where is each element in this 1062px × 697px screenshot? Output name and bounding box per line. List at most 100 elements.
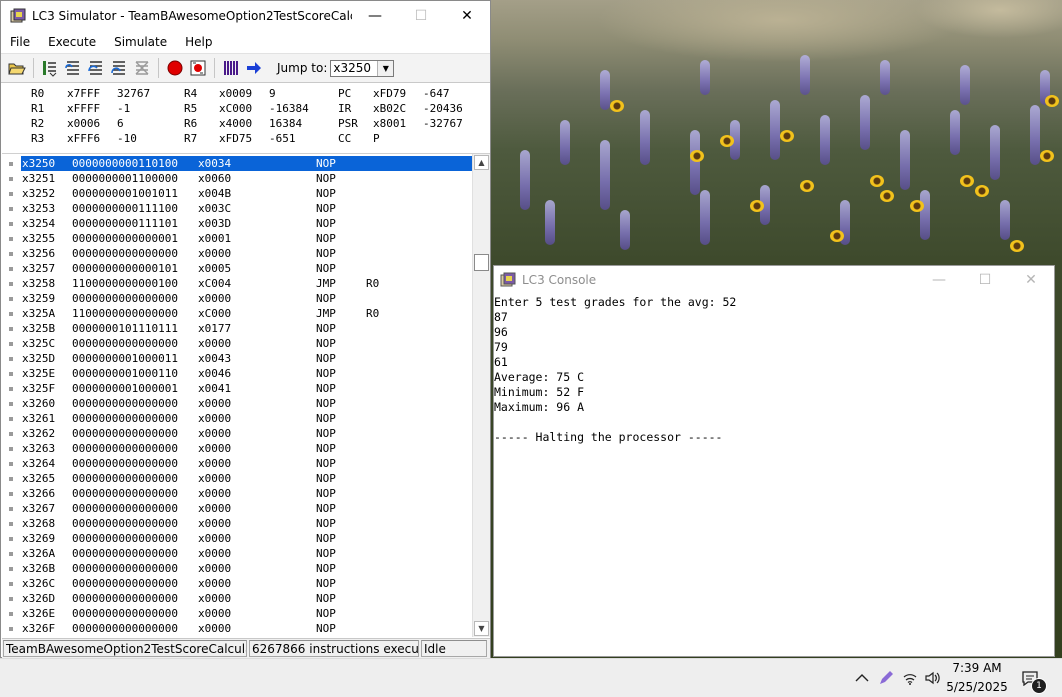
scrollbar-thumb[interactable] xyxy=(474,254,489,271)
chevron-down-icon[interactable]: ▼ xyxy=(377,60,394,76)
step-over-icon[interactable] xyxy=(40,58,60,78)
memory-row[interactable]: x326C 0000000000000000 x0000 NOP xyxy=(2,576,472,591)
memory-row[interactable]: x3251 0000000001100000 x0060 NOP xyxy=(2,171,472,186)
memory-row[interactable]: x325E 0000000001000110 x0046 NOP xyxy=(2,366,472,381)
memory-row[interactable]: x326D 0000000000000000 x0000 NOP xyxy=(2,591,472,606)
wifi-icon[interactable] xyxy=(900,659,920,697)
open-icon[interactable] xyxy=(7,58,27,78)
memory-row[interactable]: x3252 0000000001001011 x004B NOP xyxy=(2,186,472,201)
breakpoint-marker[interactable] xyxy=(9,222,13,226)
memory-row[interactable]: x3256 0000000000000000 x0000 NOP xyxy=(2,246,472,261)
breakpoint-marker[interactable] xyxy=(9,342,13,346)
memory-row[interactable]: x3260 0000000000000000 x0000 NOP xyxy=(2,396,472,411)
memory-row[interactable]: x3250 0000000000110100 x0034 NOP xyxy=(2,156,472,171)
memory-row[interactable]: x3268 0000000000000000 x0000 NOP xyxy=(2,516,472,531)
menu-simulate[interactable]: Simulate xyxy=(105,35,176,49)
maximize-button[interactable]: ☐ xyxy=(962,265,1008,295)
console-window[interactable]: LC3 Console — ☐ ✕ Enter 5 test grades fo… xyxy=(493,265,1055,657)
menu-file[interactable]: File xyxy=(1,35,39,49)
breakpoint-marker[interactable] xyxy=(9,432,13,436)
breakpoint-marker[interactable] xyxy=(9,552,13,556)
breakpoint-marker[interactable] xyxy=(9,612,13,616)
jump-to-input[interactable]: x3250 xyxy=(331,61,377,75)
memory-row[interactable]: x3258 1100000000000100 xC004 JMP R0 xyxy=(2,276,472,291)
jump-to-combobox[interactable]: x3250 ▼ xyxy=(330,59,395,77)
memory-row[interactable]: x325B 0000000101110111 x0177 NOP xyxy=(2,321,472,336)
breakpoint-marker[interactable] xyxy=(9,567,13,571)
breakpoint-marker[interactable] xyxy=(9,357,13,361)
memory-row[interactable]: x326F 0000000000000000 x0000 NOP xyxy=(2,621,472,636)
memory-row[interactable]: x326E 0000000000000000 x0000 NOP xyxy=(2,606,472,621)
breakpoint-marker[interactable] xyxy=(9,507,13,511)
breakpoint-marker[interactable] xyxy=(9,267,13,271)
breakpoint-marker[interactable] xyxy=(9,327,13,331)
pen-icon[interactable] xyxy=(876,659,896,697)
close-button[interactable]: ✕ xyxy=(444,1,490,31)
breakpoint-marker[interactable] xyxy=(9,522,13,526)
memory-row[interactable]: x325F 0000000001000001 x0041 NOP xyxy=(2,381,472,396)
step-out-icon[interactable] xyxy=(86,58,106,78)
breakpoint-marker[interactable] xyxy=(9,372,13,376)
breakpoint-marker[interactable] xyxy=(9,447,13,451)
breakpoint-icon[interactable] xyxy=(165,58,185,78)
vertical-scrollbar[interactable]: ▲ ▼ xyxy=(472,154,490,637)
memory-row[interactable]: x3266 0000000000000000 x0000 NOP xyxy=(2,486,472,501)
breakpoint-marker[interactable] xyxy=(9,417,13,421)
memory-row[interactable]: x3254 0000000000111101 x003D NOP xyxy=(2,216,472,231)
breakpoint-marker[interactable] xyxy=(9,282,13,286)
breakpoint-marker[interactable] xyxy=(9,207,13,211)
breakpoint-marker[interactable] xyxy=(9,192,13,196)
breakpoint-marker[interactable] xyxy=(9,627,13,631)
simulator-window[interactable]: LC3 Simulator - TeamBAwesomeOption2TestS… xyxy=(0,0,491,658)
breakpoint-marker[interactable] xyxy=(9,237,13,241)
maximize-button[interactable]: ☐ xyxy=(398,1,444,31)
breakpoint-marker[interactable] xyxy=(9,537,13,541)
memory-row[interactable]: x3257 0000000000000101 x0005 NOP xyxy=(2,261,472,276)
memory-row[interactable]: x326B 0000000000000000 x0000 NOP xyxy=(2,561,472,576)
breakpoint-marker[interactable] xyxy=(9,177,13,181)
console-output[interactable]: Enter 5 test grades for the avg: 52 87 96 7… xyxy=(494,295,1054,656)
reset-icon[interactable] xyxy=(188,58,208,78)
breakpoint-marker[interactable] xyxy=(9,492,13,496)
close-button[interactable]: ✕ xyxy=(1008,265,1054,295)
simulator-titlebar[interactable]: LC3 Simulator - TeamBAwesomeOption2TestS… xyxy=(1,1,490,31)
breakpoint-marker[interactable] xyxy=(9,402,13,406)
go-icon[interactable] xyxy=(244,58,264,78)
registers-icon[interactable] xyxy=(221,58,241,78)
breakpoint-marker[interactable] xyxy=(9,252,13,256)
minimize-button[interactable]: — xyxy=(352,1,398,31)
breakpoint-marker[interactable] xyxy=(9,582,13,586)
memory-row[interactable]: x325D 0000000001000011 x0043 NOP xyxy=(2,351,472,366)
breakpoint-marker[interactable] xyxy=(9,477,13,481)
breakpoint-marker[interactable] xyxy=(9,312,13,316)
scroll-down-icon[interactable]: ▼ xyxy=(474,621,489,636)
breakpoint-marker[interactable] xyxy=(9,297,13,301)
memory-row[interactable]: x3262 0000000000000000 x0000 NOP xyxy=(2,426,472,441)
speaker-icon[interactable] xyxy=(923,659,943,697)
breakpoint-marker[interactable] xyxy=(9,162,13,166)
memory-row[interactable]: x3264 0000000000000000 x0000 NOP xyxy=(2,456,472,471)
menu-execute[interactable]: Execute xyxy=(39,35,105,49)
clock[interactable]: 7:39 AM 5/25/2025 xyxy=(944,659,1010,697)
memory-row[interactable]: x3261 0000000000000000 x0000 NOP xyxy=(2,411,472,426)
minimize-button[interactable]: — xyxy=(916,265,962,295)
memory-row[interactable]: x326A 0000000000000000 x0000 NOP xyxy=(2,546,472,561)
memory-row[interactable]: x325A 1100000000000000 xC000 JMP R0 xyxy=(2,306,472,321)
clear-icon[interactable] xyxy=(132,58,152,78)
menu-help[interactable]: Help xyxy=(176,35,221,49)
chevron-up-icon[interactable] xyxy=(852,659,872,697)
memory-row[interactable]: x325C 0000000000000000 x0000 NOP xyxy=(2,336,472,351)
breakpoint-marker[interactable] xyxy=(9,387,13,391)
memory-row[interactable]: x3263 0000000000000000 x0000 NOP xyxy=(2,441,472,456)
step-back-icon[interactable] xyxy=(109,58,129,78)
step-into-icon[interactable] xyxy=(63,58,83,78)
memory-row[interactable]: x3267 0000000000000000 x0000 NOP xyxy=(2,501,472,516)
scroll-up-icon[interactable]: ▲ xyxy=(474,155,489,170)
memory-row[interactable]: x3259 0000000000000000 x0000 NOP xyxy=(2,291,472,306)
memory-view[interactable]: x3250 0000000000110100 x0034 NOP x3251 000000… xyxy=(2,153,490,637)
breakpoint-marker[interactable] xyxy=(9,462,13,466)
memory-row[interactable]: x3265 0000000000000000 x0000 NOP xyxy=(2,471,472,486)
memory-row[interactable]: x3255 0000000000000001 x0001 NOP xyxy=(2,231,472,246)
memory-row[interactable]: x3253 0000000000111100 x003C NOP xyxy=(2,201,472,216)
memory-row[interactable]: x3269 0000000000000000 x0000 NOP xyxy=(2,531,472,546)
